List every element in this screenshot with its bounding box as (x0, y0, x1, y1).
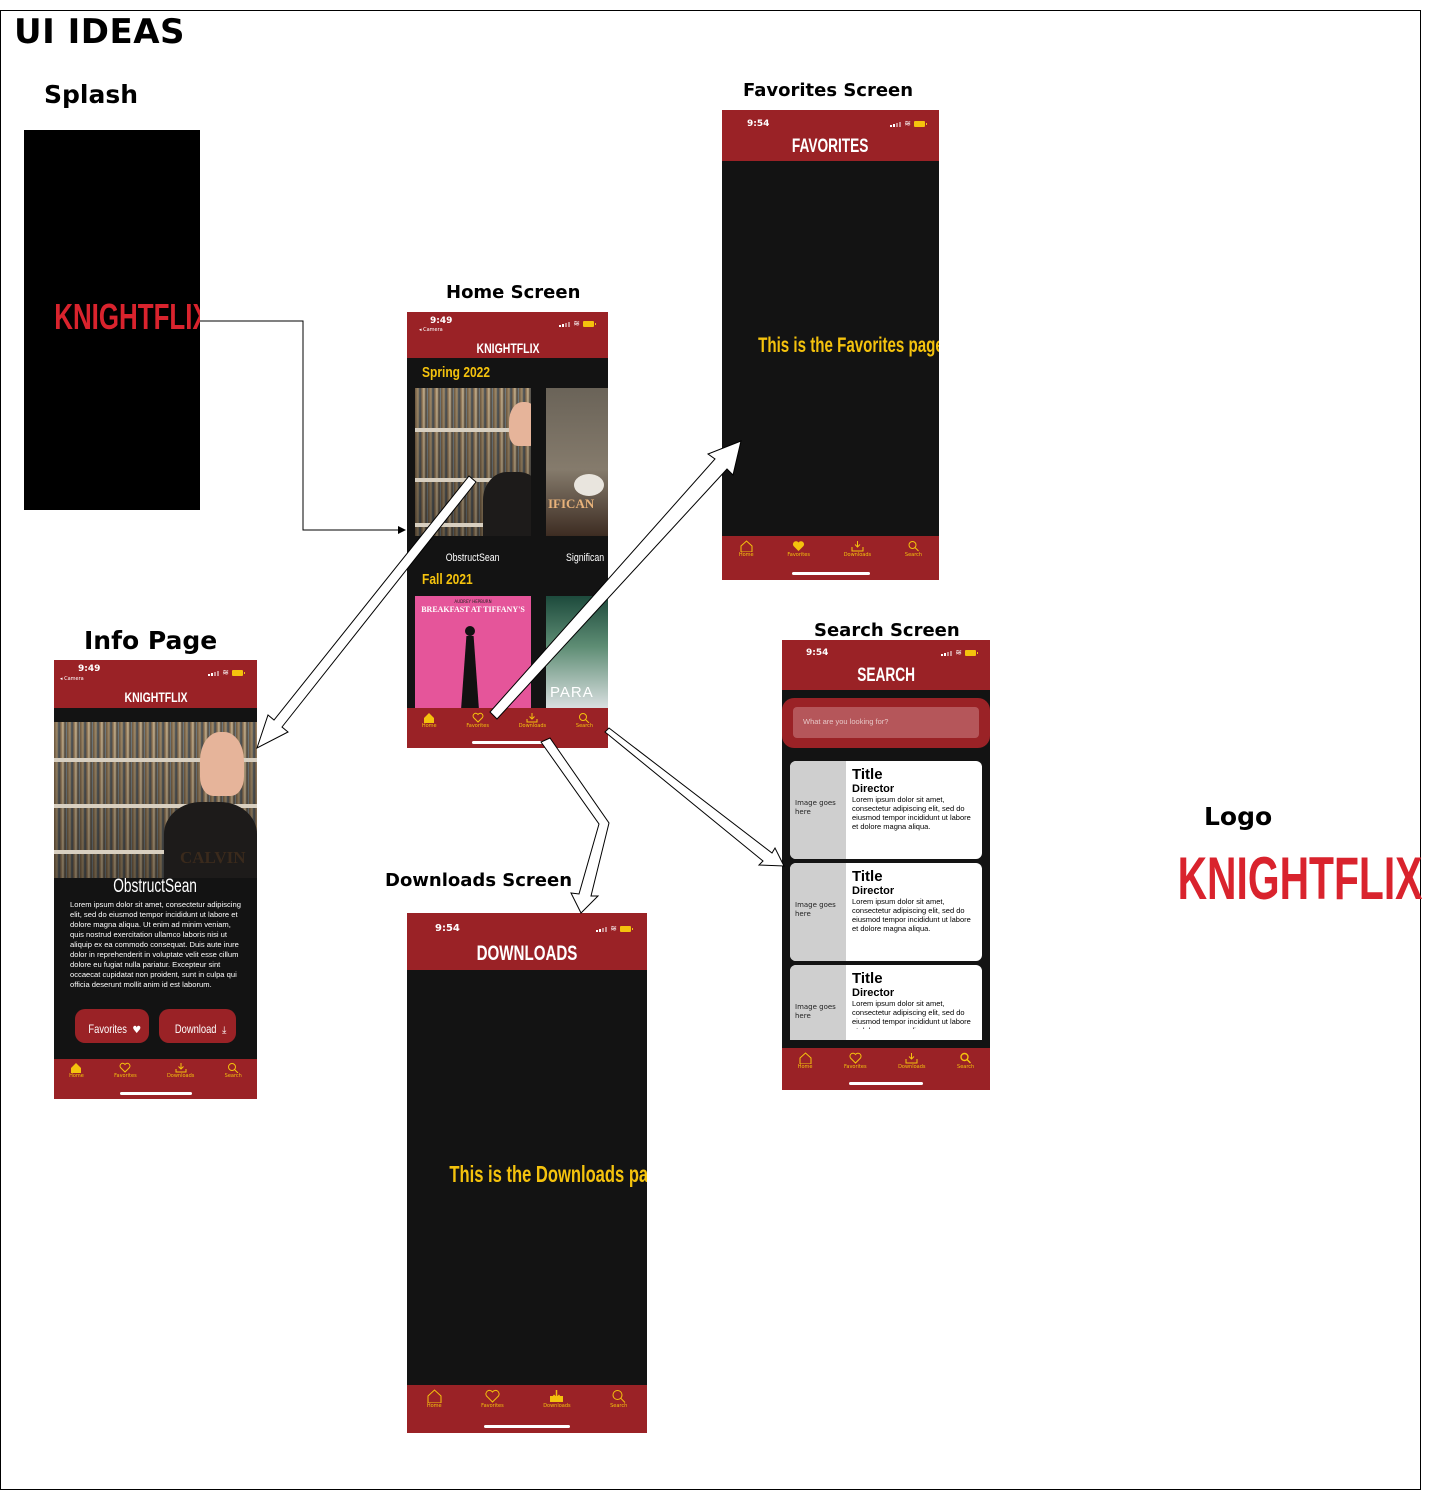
connector-splash-home (200, 320, 406, 534)
arrow-home-favorites (489, 440, 742, 720)
arrow-home-search (604, 727, 785, 867)
arrow-home-info (256, 475, 477, 750)
flow-arrows (200, 320, 785, 914)
arrow-home-downloads (540, 737, 610, 914)
